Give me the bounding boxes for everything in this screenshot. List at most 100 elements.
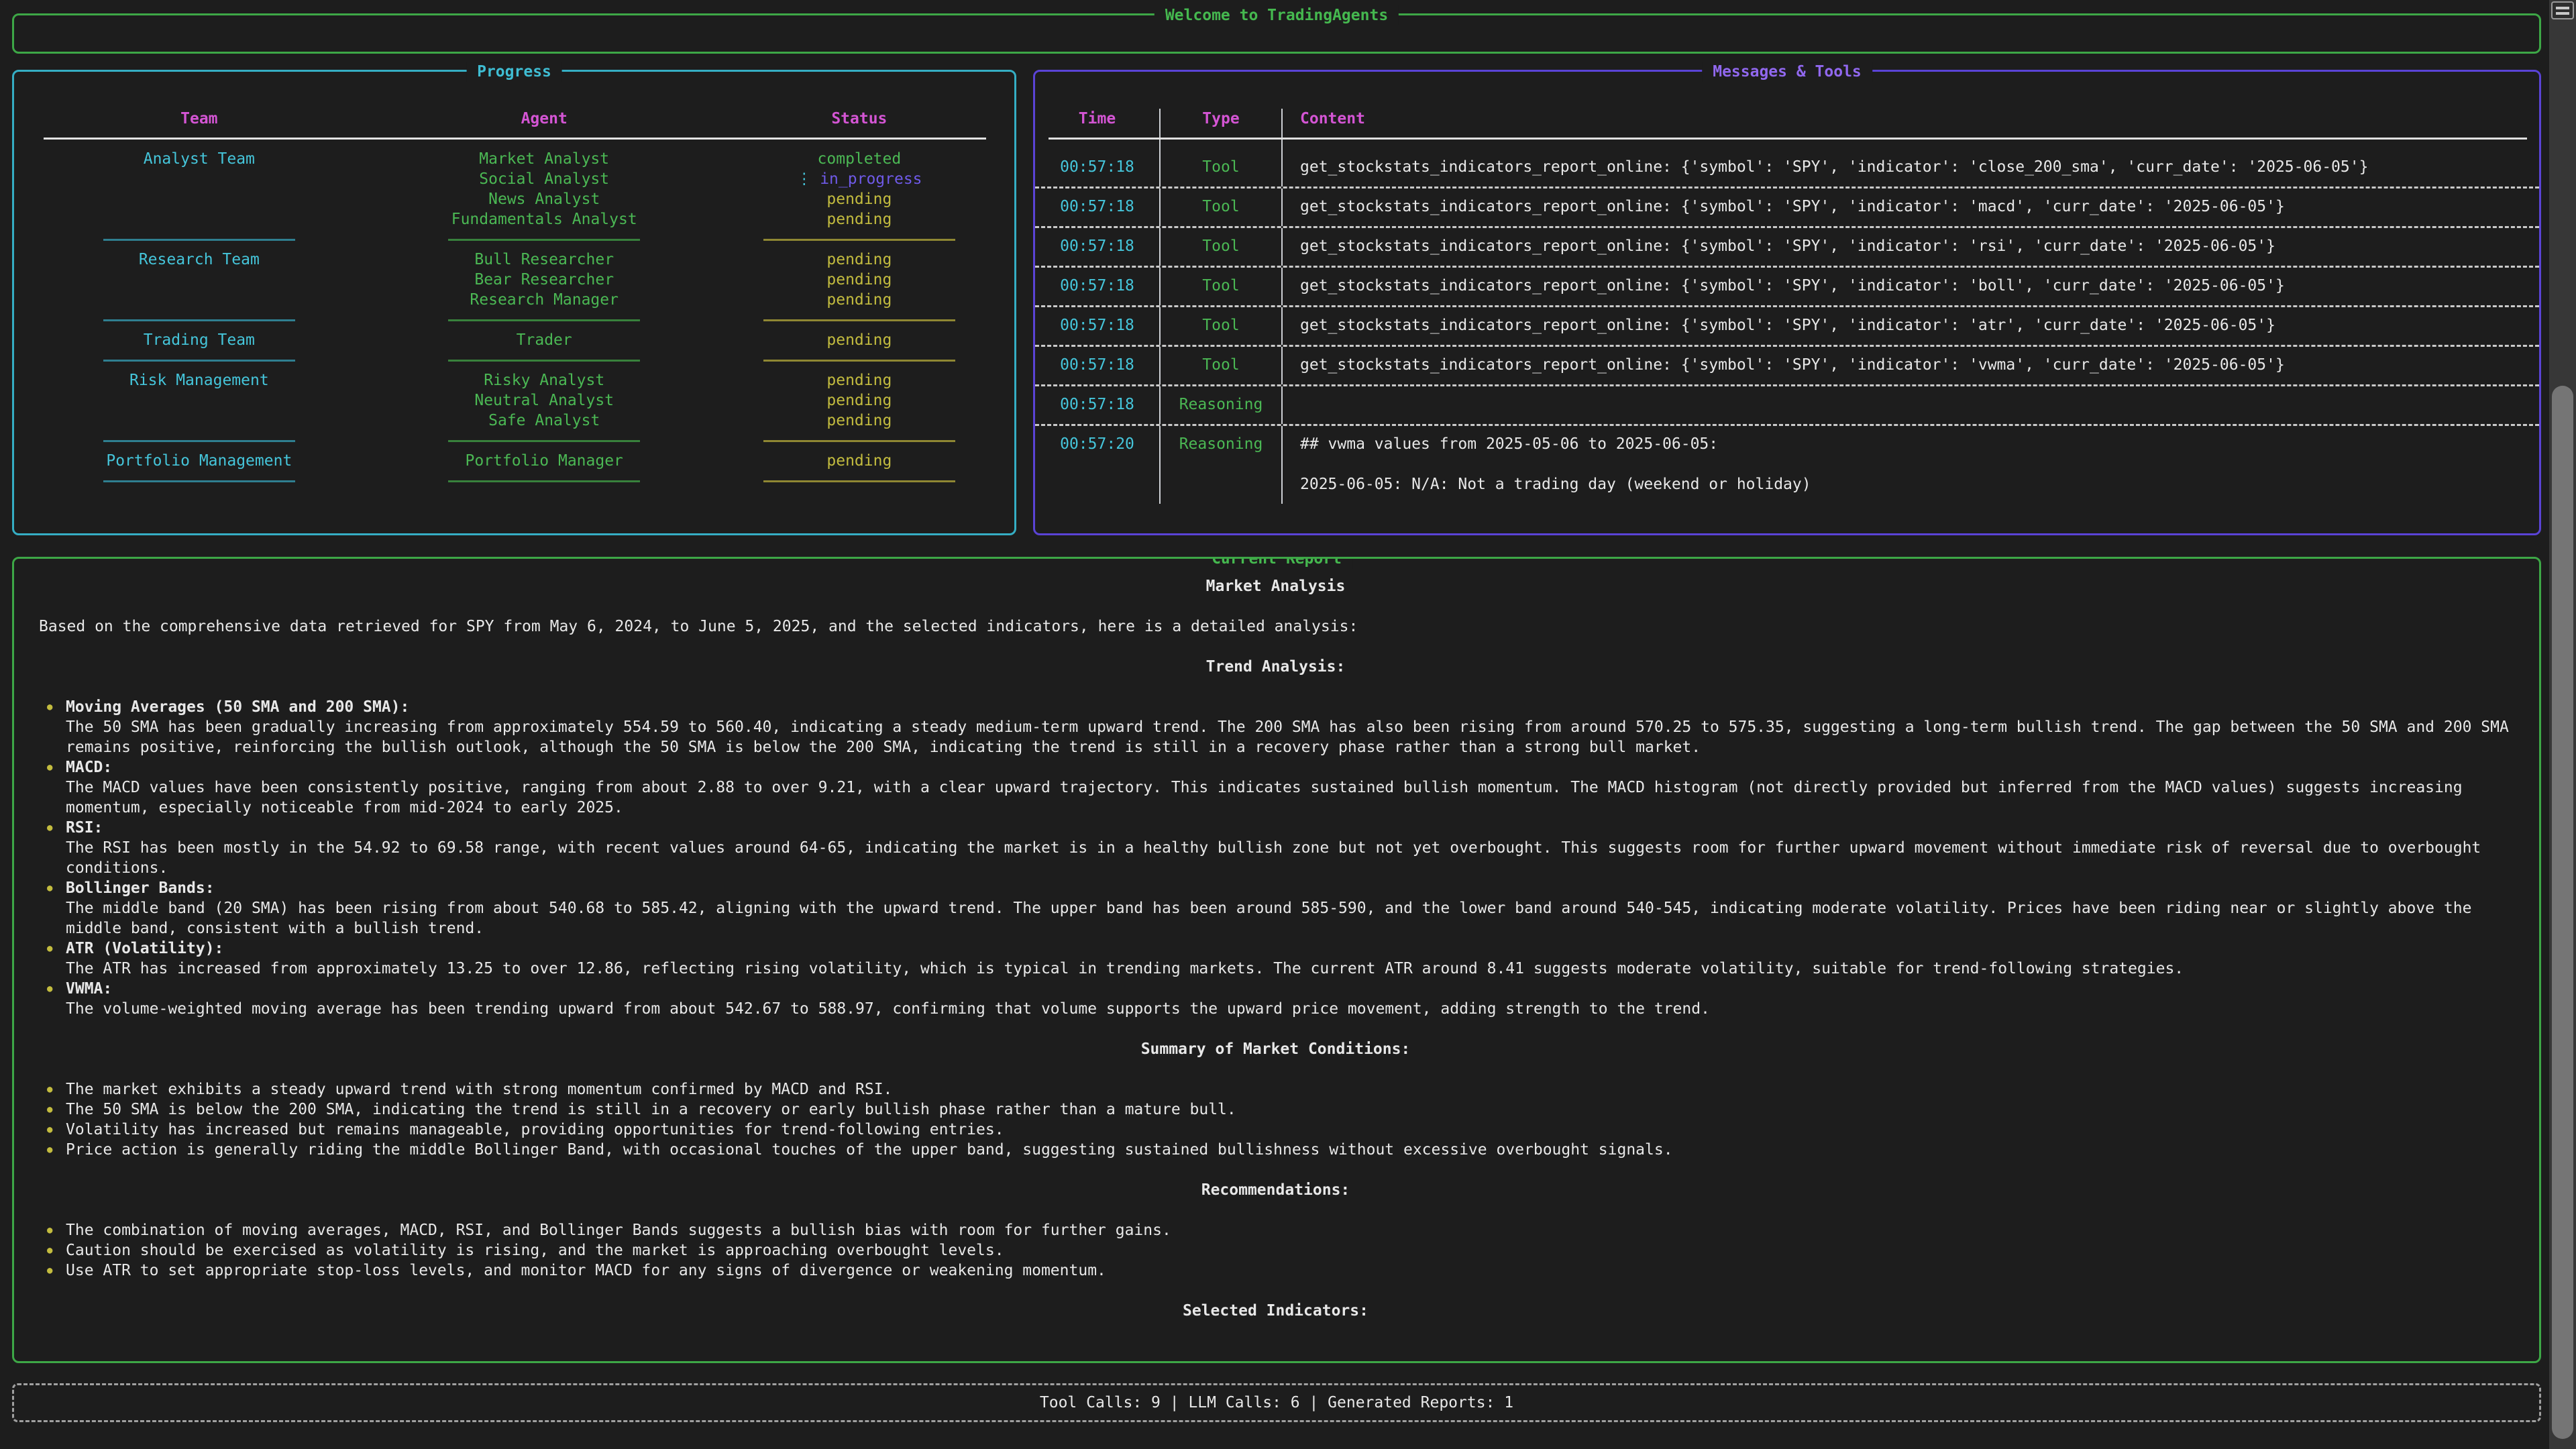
bullet-item: ● The 50 SMA is below the 200 SMA, indica…	[39, 1099, 2512, 1120]
divider-segment	[14, 310, 384, 330]
divider-segment	[704, 350, 1014, 370]
divider-segment	[384, 471, 704, 491]
bullet-item: ●VWMA:The volume-weighted moving average…	[39, 979, 2512, 1019]
message-type: Tool	[1161, 307, 1283, 345]
bullet-item: ●The market exhibits a steady upward tre…	[39, 1079, 2512, 1099]
status-cell: completed	[704, 149, 1014, 169]
status-text: pending	[826, 412, 892, 429]
column-header-team: Team	[14, 109, 384, 129]
status-cell: pending	[704, 250, 1014, 270]
report-panel-title: Current Report	[1201, 557, 1352, 569]
message-content: get_stockstats_indicators_report_online:…	[1283, 189, 2539, 226]
message-row: 00:57:18Toolget_stockstats_indicators_re…	[1035, 228, 2539, 268]
bullet-body: Volatility has increased but remains man…	[66, 1120, 2512, 1140]
agent-cell: Research Manager	[384, 290, 704, 310]
status-text: pending	[826, 191, 892, 208]
bullet-body: The 50 SMA is below the 200 SMA, indicat…	[66, 1099, 2512, 1120]
bullet-item: ●ATR (Volatility):The ATR has increased …	[39, 938, 2512, 979]
report-sections: Trend Analysis:●Moving Averages (50 SMA …	[39, 657, 2512, 1321]
bullet-list: ●The market exhibits a steady upward tre…	[39, 1079, 2512, 1160]
message-line: get_stockstats_indicators_report_online:…	[1300, 236, 2539, 256]
status-cell: pending	[704, 209, 1014, 229]
messages-tools-panel: Messages & Tools Time Type Content 00:57…	[1033, 70, 2541, 535]
bullet-icon: ●	[47, 818, 52, 838]
bullet-body: Price action is generally riding the mid…	[66, 1140, 2512, 1160]
bullet-item: ●RSI:The RSI has been mostly in the 54.9…	[39, 818, 2512, 878]
header-divider	[14, 129, 1014, 149]
status-cell: ⋮in_progress	[704, 169, 1014, 189]
status-cell: pending	[704, 270, 1014, 290]
team-cell: Research Team	[14, 250, 384, 270]
message-row: 00:57:18Toolget_stockstats_indicators_re…	[1035, 149, 2539, 189]
report-section-heading: Summary of Market Conditions:	[39, 1039, 2512, 1059]
bullet-item: ●The combination of moving averages, MAC…	[39, 1220, 2512, 1240]
status-text: pending	[826, 211, 892, 228]
message-line: get_stockstats_indicators_report_online:…	[1300, 355, 2539, 375]
message-time: 00:57:18	[1035, 347, 1161, 384]
team-group-divider	[14, 471, 1014, 491]
status-cell: pending	[704, 451, 1014, 471]
agent-cell: Bear Researcher	[384, 270, 704, 290]
bullet-title: Moving Averages (50 SMA and 200 SMA):	[66, 697, 2512, 717]
divider-segment	[704, 229, 1014, 250]
message-line: get_stockstats_indicators_report_online:…	[1300, 157, 2539, 177]
bullet-icon: ●	[47, 1099, 52, 1120]
status-text: in_progress	[820, 170, 922, 188]
status-text: pending	[826, 392, 892, 409]
status-cell: pending	[704, 189, 1014, 209]
header-divider	[1035, 129, 2539, 149]
team-cell: Risk Management	[14, 370, 384, 390]
divider-segment	[704, 471, 1014, 491]
progress-row: Safe Analyst pending	[14, 411, 1014, 431]
bullet-icon: ●	[47, 1120, 52, 1140]
divider-segment	[14, 431, 384, 451]
column-header-status: Status	[704, 109, 1014, 129]
divider-segment	[704, 310, 1014, 330]
progress-row: News Analystpending	[14, 189, 1014, 209]
bullet-title: ATR (Volatility):	[66, 938, 2512, 959]
progress-row: Social Analyst⋮in_progress	[14, 169, 1014, 189]
team-cell: Trading Team	[14, 330, 384, 350]
menu-icon	[2556, 7, 2569, 9]
scrollbar-menu-button[interactable]	[2551, 1, 2574, 19]
bullet-body: The volume-weighted moving average has b…	[66, 999, 2512, 1019]
team-cell: Portfolio Management	[14, 451, 384, 471]
status-cell: pending	[704, 370, 1014, 390]
message-line: ## vwma values from 2025-05-06 to 2025-0…	[1300, 434, 2539, 454]
team-cell: Analyst Team	[14, 149, 384, 169]
agent-cell: Safe Analyst	[384, 411, 704, 431]
bullet-body: The RSI has been mostly in the 54.92 to …	[66, 838, 2512, 878]
divider-segment	[384, 350, 704, 370]
message-type: Reasoning	[1161, 426, 1283, 504]
divider-segment	[384, 229, 704, 250]
bullet-icon: ●	[47, 1260, 52, 1281]
bullet-item: ●Use ATR to set appropriate stop-loss le…	[39, 1260, 2512, 1281]
message-row: 00:57:18Toolget_stockstats_indicators_re…	[1035, 307, 2539, 347]
bullet-body: Caution should be exercised as volatilit…	[66, 1240, 2512, 1260]
agent-cell: Portfolio Manager	[384, 451, 704, 471]
bullet-body: The MACD values have been consistently p…	[66, 777, 2512, 818]
progress-table: Team Agent Status Analyst TeamMarket Ana…	[14, 109, 1014, 491]
scrollbar-thumb[interactable]	[2552, 386, 2573, 1439]
message-time: 00:57:20	[1035, 426, 1161, 504]
divider-segment	[384, 431, 704, 451]
status-text: completed	[818, 150, 902, 168]
bullet-list: ● Moving Averages (50 SMA and 200 SMA): Th…	[39, 697, 2512, 1019]
team-cell	[14, 169, 384, 189]
message-time: 00:57:18	[1035, 149, 1161, 186]
tradingagents-terminal: Welcome to TradingAgents Progress Team A…	[0, 0, 2576, 1449]
column-header-agent: Agent	[384, 109, 704, 129]
bullet-body: The combination of moving averages, MACD…	[66, 1220, 2512, 1240]
message-row: 00:57:20Reasoning ## vwma values from 202…	[1035, 426, 2539, 504]
message-type: Tool	[1161, 347, 1283, 384]
bullet-title: Bollinger Bands:	[66, 878, 2512, 898]
messages-table-body: 00:57:18Toolget_stockstats_indicators_re…	[1035, 149, 2539, 504]
divider-segment	[704, 431, 1014, 451]
message-content: get_stockstats_indicators_report_online:…	[1283, 307, 2539, 345]
status-text: pending	[826, 331, 892, 349]
bullet-icon: ●	[47, 1240, 52, 1260]
bullet-item: ●Bollinger Bands:The middle band (20 SMA…	[39, 878, 2512, 938]
bullet-icon: ●	[47, 938, 52, 959]
bullet-item: ●Moving Averages (50 SMA and 200 SMA):Th…	[39, 697, 2512, 757]
message-line	[1300, 454, 2539, 474]
